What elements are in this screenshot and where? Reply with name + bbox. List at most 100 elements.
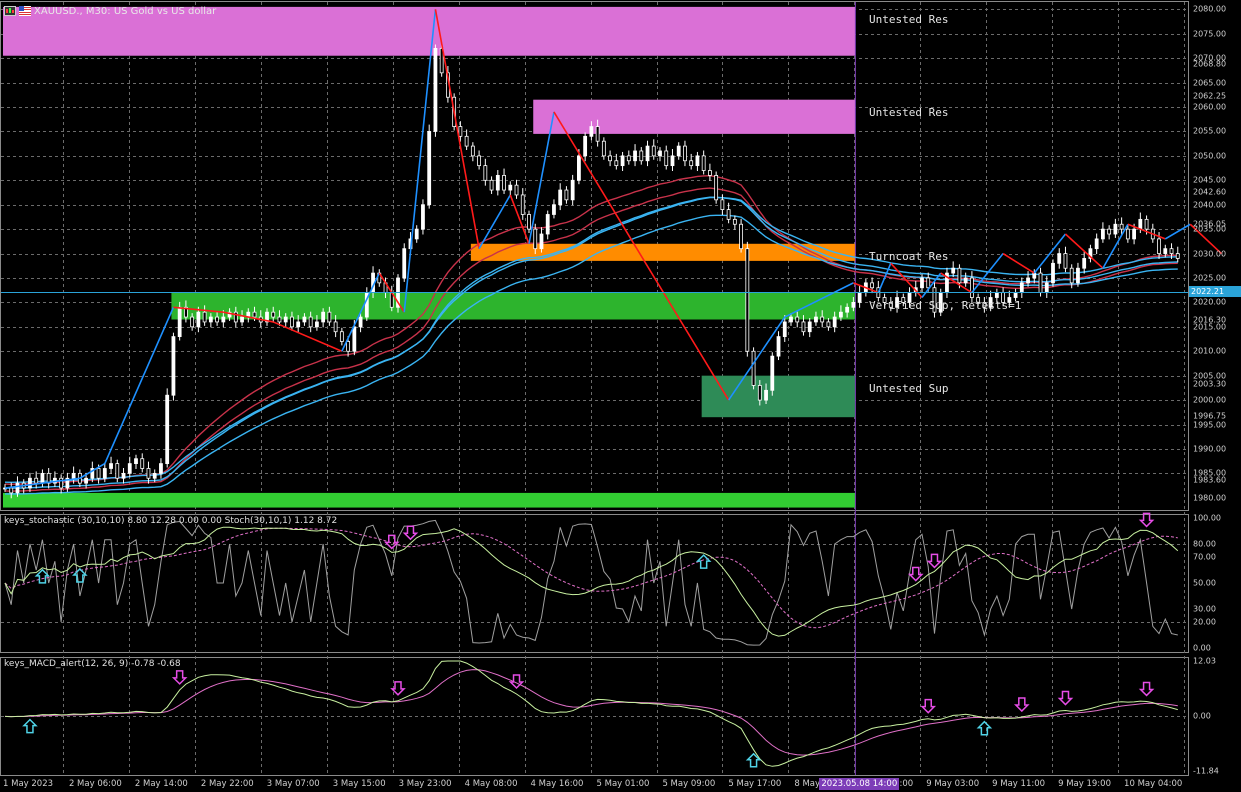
candle-body — [208, 316, 213, 323]
stochastic-indicator-label[interactable]: keys_stochastic (30,10,10) 8.80 12.28 0.… — [4, 516, 337, 526]
candle-body — [358, 316, 363, 328]
candle-body — [645, 145, 650, 162]
candle-body — [1101, 228, 1105, 240]
candle-body — [96, 468, 101, 479]
candle-body — [202, 311, 207, 323]
price-axis-label: 2042.60 — [1193, 187, 1227, 197]
candle-body — [539, 233, 544, 250]
stochastic-axis-label: 20.00 — [1193, 617, 1216, 627]
price-axis-label: 2015.00 — [1193, 322, 1227, 332]
candle-body — [558, 189, 563, 206]
candle-body — [1157, 238, 1161, 254]
candle-body — [1113, 223, 1118, 235]
candle-body — [277, 316, 282, 323]
candle-body — [327, 311, 332, 323]
candle-body — [290, 316, 294, 328]
candle-body — [1132, 228, 1136, 240]
candle-body — [1169, 248, 1174, 254]
candle-body — [1082, 258, 1087, 269]
candle-body — [620, 155, 625, 167]
candle-body — [832, 316, 837, 328]
candle-body — [352, 326, 357, 352]
candle-body — [252, 311, 257, 318]
candle-body — [421, 204, 425, 230]
candle-body — [670, 155, 675, 167]
stochastic-axis-label: 70.00 — [1193, 552, 1216, 562]
candle-body — [1094, 238, 1099, 250]
cursor-time-badge: 2023.05.08 14:00 — [819, 778, 900, 790]
candle-body — [1051, 262, 1055, 284]
stochastic-axis-label: 30.00 — [1193, 604, 1216, 614]
candle-body — [271, 311, 276, 318]
candle-body — [745, 248, 750, 352]
candle-body — [1125, 228, 1130, 240]
time-axis-label: 9 May 03:00 — [926, 779, 980, 789]
candle-body — [495, 175, 500, 191]
time-axis-label: 3 May 15:00 — [332, 779, 386, 789]
macd-indicator-label[interactable]: keys_MACD_alert(12, 26, 9) -0.78 -0.68 — [4, 659, 181, 669]
candle-body — [283, 316, 288, 323]
candle-body — [820, 316, 825, 323]
candle-body — [502, 175, 506, 191]
candle-body — [171, 336, 176, 396]
candle-body — [757, 385, 762, 401]
candle-body — [789, 316, 793, 323]
candle-body — [59, 477, 64, 489]
sr-zone-label: Verified Sup, Retests=1 — [869, 298, 1022, 312]
candle-body — [626, 155, 631, 162]
candle-body — [196, 311, 201, 328]
candle-body — [339, 331, 344, 342]
candle-body — [920, 277, 924, 289]
candle-body — [957, 267, 962, 284]
candle-body — [1069, 267, 1074, 284]
price-axis-label: 2068.80 — [1193, 59, 1227, 69]
price-axis-label: 2080.00 — [1193, 4, 1227, 14]
candle-body — [782, 321, 787, 337]
time-axis-label: 9 May 11:00 — [992, 779, 1046, 789]
candle-body — [708, 170, 712, 176]
candle-body — [1019, 282, 1024, 294]
price-axis-label: 2075.00 — [1193, 29, 1227, 39]
candle-body — [483, 165, 488, 181]
macd-axis-label: 12.03 — [1193, 656, 1216, 666]
price-axis-label: 2060.00 — [1193, 102, 1227, 112]
candle-body — [608, 155, 612, 162]
candle-body — [520, 194, 525, 215]
candle-body — [477, 155, 481, 167]
candle-body — [651, 145, 656, 157]
price-axis-label: 2045.00 — [1193, 175, 1227, 185]
candle-body — [102, 468, 107, 479]
candle-body — [315, 321, 319, 328]
price-axis-label: 2010.00 — [1193, 346, 1227, 356]
candle-body — [190, 316, 195, 328]
candle-body — [1013, 292, 1018, 298]
candle-body — [221, 316, 226, 323]
sr-zone-label: Untested Sup — [869, 381, 949, 395]
candle-body — [639, 150, 644, 162]
time-axis-label: 2 May 06:00 — [68, 779, 122, 789]
candle-body — [577, 155, 581, 181]
candle-body — [726, 209, 731, 220]
sr-zone — [701, 375, 856, 418]
time-axis-label: 10 May 04:00 — [1124, 779, 1183, 789]
candle-body — [308, 316, 313, 328]
time-axis-label: 1 May 2023 — [3, 779, 54, 789]
price-axis-label: 2030.00 — [1193, 249, 1227, 259]
chart-canvas[interactable] — [0, 0, 1241, 792]
time-axis-label: 3 May 23:00 — [398, 779, 452, 789]
candle-body — [689, 160, 694, 167]
candle-body — [433, 48, 438, 132]
candle-body — [134, 458, 138, 464]
candle-body — [870, 282, 874, 289]
candle-body — [1026, 277, 1030, 284]
stochastic-axis-label: 50.00 — [1193, 578, 1216, 588]
candle-body — [970, 277, 974, 298]
candle-body — [1107, 228, 1112, 235]
chart-type-icon[interactable] — [4, 6, 16, 16]
sr-zone-label: Untested Res — [869, 105, 949, 119]
price-axis-label: 2000.00 — [1193, 395, 1227, 405]
candle-body — [1163, 248, 1168, 254]
candle-body — [826, 321, 831, 328]
candle-body — [1138, 218, 1143, 230]
candle-body — [564, 189, 569, 201]
